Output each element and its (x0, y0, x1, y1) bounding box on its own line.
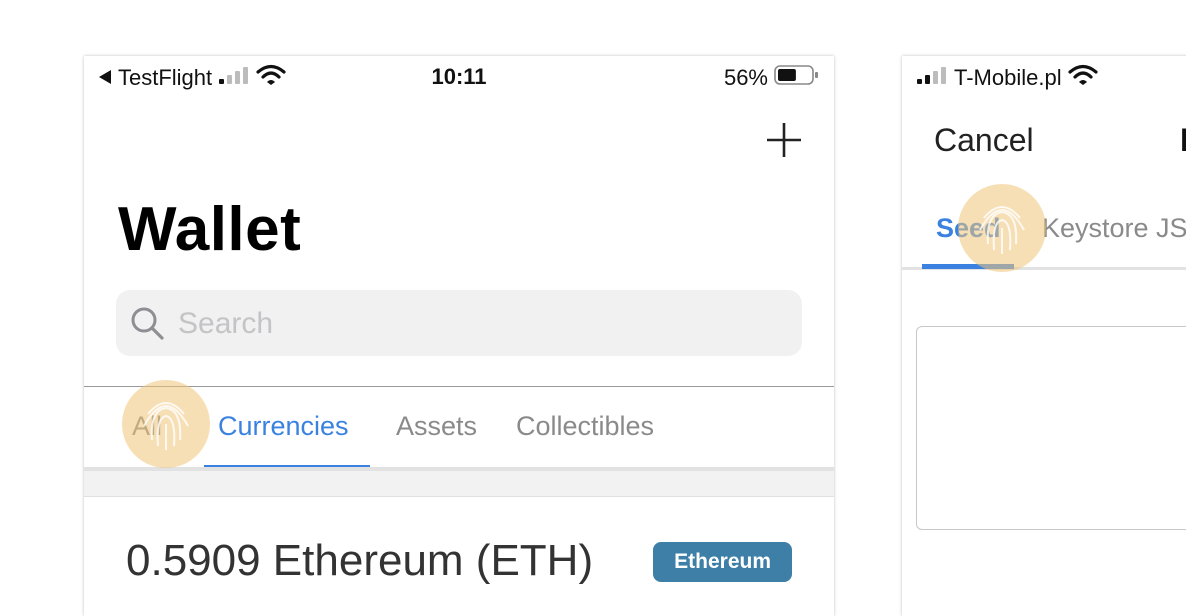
page-title: Wallet (118, 195, 302, 264)
nav-title-fragment: I (1180, 122, 1186, 158)
phone-screen-import: T-Mobile.pl Cancel I Seed Keystore JS (902, 56, 1186, 616)
tab-collectibles[interactable]: Collectibles (516, 411, 654, 442)
status-bar-2: T-Mobile.pl (902, 56, 1186, 96)
tab-currencies[interactable]: Currencies (218, 411, 349, 442)
seed-input[interactable] (916, 326, 1186, 530)
asset-tabs: All Currencies Assets Collectibles (84, 387, 834, 470)
status-left-2: T-Mobile.pl (916, 64, 1098, 92)
network-badge: Ethereum (653, 542, 792, 582)
search-icon (130, 306, 166, 347)
add-wallet-button[interactable] (764, 120, 804, 160)
tab-keystore[interactable]: Keystore JS (1042, 213, 1186, 244)
currency-item-name[interactable]: 0.5909 Ethereum (ETH) (126, 536, 593, 586)
status-right: 56% (724, 64, 820, 92)
section-spacer (84, 471, 834, 497)
battery-icon (774, 64, 820, 92)
battery-percent: 56% (723, 65, 768, 90)
tab-assets[interactable]: Assets (396, 411, 477, 442)
active-tab-indicator-2 (922, 264, 1014, 269)
cancel-button[interactable]: Cancel (934, 122, 1034, 159)
search-input[interactable] (176, 304, 780, 344)
plus-icon (767, 123, 801, 157)
tab-all[interactable]: All (132, 411, 162, 442)
phone-screen-wallet: TestFlight 10:11 56% Wallet Search All C… (84, 56, 834, 616)
status-bar: TestFlight 10:11 56% (84, 56, 834, 96)
carrier-label: T-Mobile.pl (954, 65, 1062, 90)
search-bar[interactable] (116, 290, 802, 356)
wifi-icon (1067, 64, 1098, 92)
status-time: 10:11 (431, 64, 487, 89)
tab-seed[interactable]: Seed (936, 213, 1001, 244)
signal-icon (916, 65, 948, 91)
